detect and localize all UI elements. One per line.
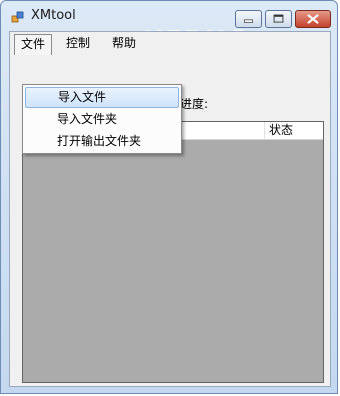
column-header-status[interactable]: 状态 <box>265 122 323 139</box>
menu-file[interactable]: 文件 <box>14 34 53 55</box>
file-menu-dropdown: 导入文件 导入文件夹 打开输出文件夹 <box>22 84 182 154</box>
menu-item-import-folder[interactable]: 导入文件夹 <box>25 109 179 130</box>
menu-item-import-file[interactable]: 导入文件 <box>25 87 179 108</box>
minimize-icon <box>244 19 253 23</box>
menu-control[interactable]: 控制 <box>60 34 96 53</box>
maximize-icon <box>273 14 284 23</box>
app-window: XMtool UEBUG 文件 控制 帮助 进度: <box>0 0 338 394</box>
maximize-button[interactable] <box>265 10 292 28</box>
close-button[interactable] <box>295 10 331 28</box>
menu-help[interactable]: 帮助 <box>106 34 142 53</box>
progress-label: 进度: <box>180 97 209 111</box>
minimize-button[interactable] <box>235 10 262 28</box>
menu-bar: 文件 控制 帮助 <box>10 32 330 55</box>
app-icon <box>11 11 24 23</box>
title-bar[interactable]: XMtool UEBUG <box>1 1 337 56</box>
window-title: XMtool <box>31 8 76 23</box>
close-icon <box>307 14 319 24</box>
client-area: 文件 控制 帮助 进度: num 文件 状态 导入文件 导入文件夹 打开输出文件… <box>9 31 331 387</box>
menu-item-open-output-folder[interactable]: 打开输出文件夹 <box>25 131 179 152</box>
file-list[interactable]: num 文件 状态 <box>22 121 324 383</box>
